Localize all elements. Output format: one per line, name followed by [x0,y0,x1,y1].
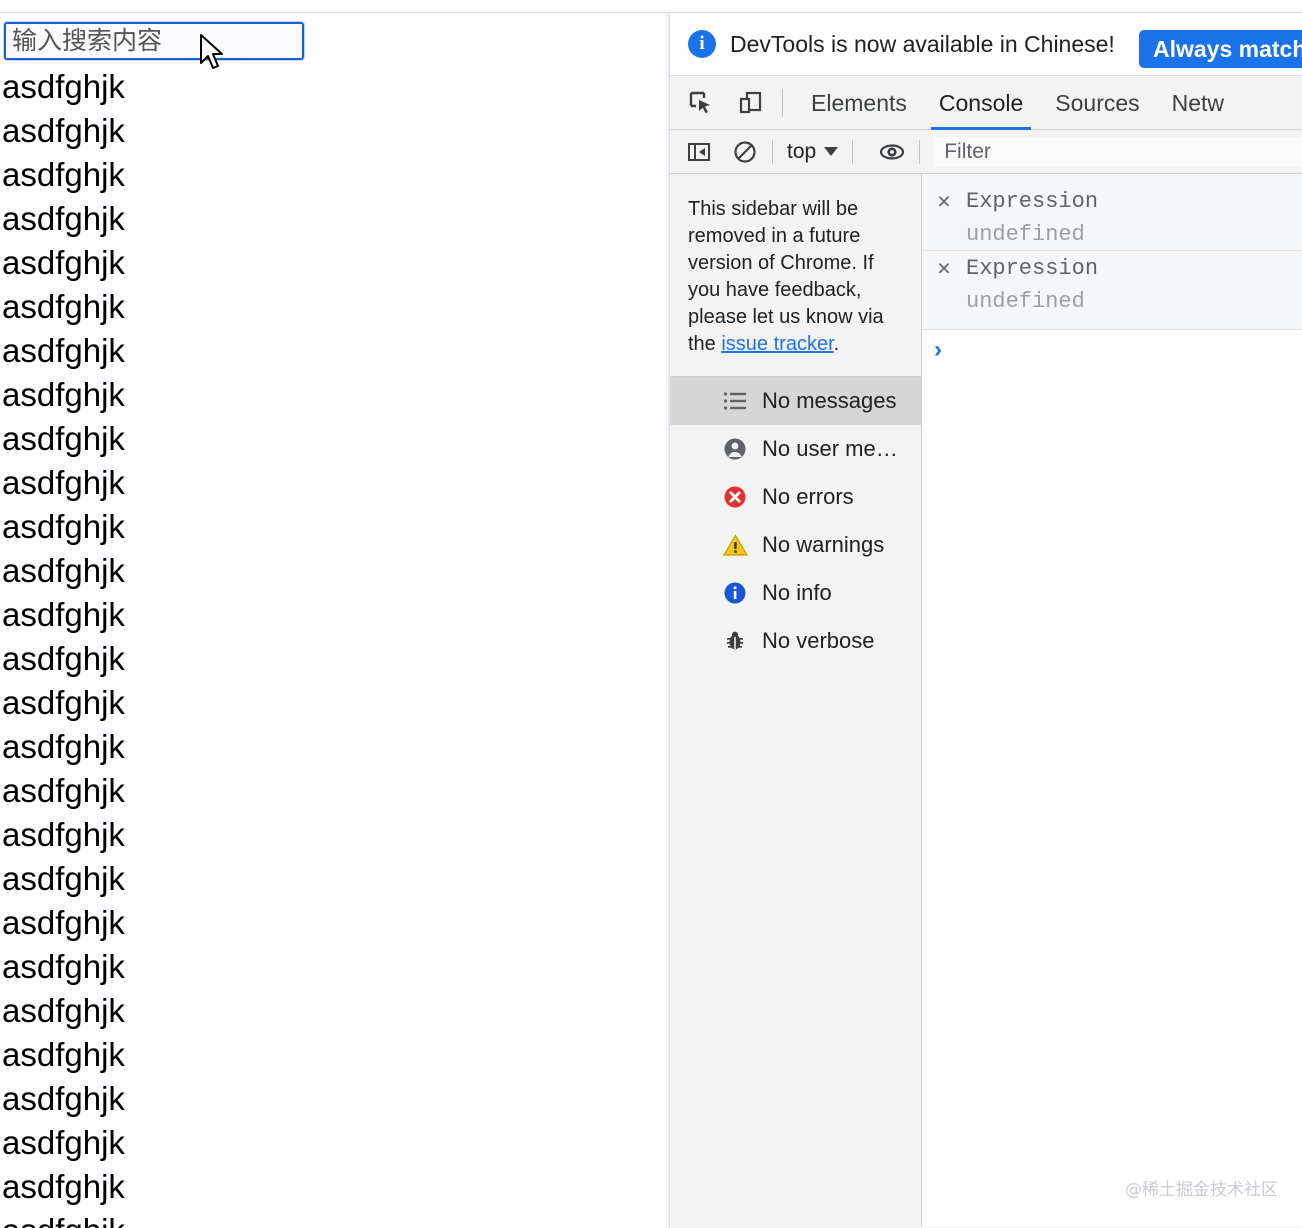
list-item: asdfghjk [0,1165,668,1209]
list-item: asdfghjk [0,637,668,681]
list-item: asdfghjk [0,461,668,505]
screenshot-root: asdfghjkasdfghjkasdfghjkasdfghjkasdfghjk… [0,0,1302,1228]
list-item: asdfghjk [0,373,668,417]
sidebar-item-label: No verbose [762,628,875,654]
chevron-down-icon [824,147,838,156]
sidebar-item-user-messages[interactable]: No user me… [670,425,921,473]
list-item: asdfghjk [0,241,668,285]
list-item: asdfghjk [0,813,668,857]
tab-sources[interactable]: Sources [1039,76,1155,130]
live-expression-header: × Expression [922,251,1302,287]
inspect-element-icon[interactable] [682,84,720,122]
sidebar-item-errors[interactable]: No errors [670,473,921,521]
close-icon[interactable]: × [934,187,954,215]
console-filter-input[interactable] [934,137,1302,167]
device-toolbar-icon[interactable] [732,84,770,122]
live-expressions-panel: × Expression undefined × Expression unde… [922,174,1302,330]
prompt-chevron-icon: › [934,338,942,362]
list-item: asdfghjk [0,769,668,813]
sidebar-item-label: No messages [762,388,897,414]
list-item: asdfghjk [0,65,668,109]
tab-network[interactable]: Netw [1156,76,1240,130]
list-item: asdfghjk [0,329,668,373]
search-field-wrapper [4,22,304,60]
tab-console[interactable]: Console [923,76,1039,130]
list-item: asdfghjk [0,1077,668,1121]
devtools-panel: i DevTools is now available in Chinese! … [670,13,1302,1228]
list-item: asdfghjk [0,197,668,241]
sidebar-item-messages[interactable]: No messages [670,377,921,425]
sidebar-item-info[interactable]: No info [670,569,921,617]
console-toolbar-separator-2 [852,140,853,164]
sidebar-item-label: No errors [762,484,854,510]
sidebar-item-label: No user me… [762,436,898,462]
info-icon [722,580,748,606]
page-pane-edge [666,13,667,1228]
list-item: asdfghjk [0,989,668,1033]
close-icon[interactable]: × [934,254,954,282]
result-list: asdfghjkasdfghjkasdfghjkasdfghjkasdfghjk… [0,65,668,1228]
live-expression-name[interactable]: Expression [966,254,1098,284]
devtools-language-banner: i DevTools is now available in Chinese! … [670,13,1302,76]
live-expression-eye-icon[interactable] [875,135,909,169]
list-item: asdfghjk [0,1209,668,1228]
user-icon [722,436,748,462]
search-input[interactable] [4,22,304,60]
banner-message: DevTools is now available in Chinese! [730,31,1115,58]
sidebar-item-warnings[interactable]: No warnings [670,521,921,569]
info-icon: i [688,30,716,58]
list-item: asdfghjk [0,593,668,637]
sidebar-note-text-1: This sidebar will be removed in a future… [688,198,884,355]
devtools-tab-bar: Elements Console Sources Netw [670,76,1302,130]
warning-icon [722,532,748,558]
list-item: asdfghjk [0,901,668,945]
live-expression-name[interactable]: Expression [966,187,1098,217]
live-expression-value: undefined [922,220,1302,250]
live-expression-header: × Expression [922,184,1302,220]
list-item: asdfghjk [0,549,668,593]
execution-context-selector[interactable]: top [783,140,842,164]
bug-icon [722,628,748,654]
list-item: asdfghjk [0,285,668,329]
list-item: asdfghjk [0,153,668,197]
tab-elements[interactable]: Elements [795,76,923,130]
sidebar-item-label: No warnings [762,532,884,558]
live-expression-entry: × Expression undefined [922,184,1302,251]
list-item: asdfghjk [0,945,668,989]
live-expression-value: undefined [922,287,1302,317]
list-item: asdfghjk [0,857,668,901]
clear-console-icon[interactable] [728,135,762,169]
sidebar-item-label: No info [762,580,832,606]
sidebar-note-text-2: . [834,333,840,355]
execution-context-label: top [787,140,816,164]
list-item: asdfghjk [0,1033,668,1077]
list-item: asdfghjk [0,681,668,725]
list-item: asdfghjk [0,505,668,549]
console-sidebar: This sidebar will be removed in a future… [670,174,922,1227]
console-main-area: × Expression undefined × Expression unde… [922,174,1302,1227]
list-item: asdfghjk [0,109,668,153]
console-toolbar-separator-3 [919,140,920,164]
list-item: asdfghjk [0,417,668,461]
sidebar-toggle-icon[interactable] [682,135,716,169]
live-expression-entry: × Expression undefined [922,251,1302,317]
console-body: This sidebar will be removed in a future… [670,174,1302,1227]
always-match-language-button[interactable]: Always match [1139,30,1302,68]
console-toolbar: top [670,130,1302,174]
sidebar-deprecation-note: This sidebar will be removed in a future… [670,174,921,377]
console-prompt-row[interactable]: › [922,330,1302,370]
sidebar-item-verbose[interactable]: No verbose [670,617,921,665]
error-icon [722,484,748,510]
list-icon [722,388,748,414]
list-item: asdfghjk [0,1121,668,1165]
console-toolbar-separator-1 [772,140,773,164]
issue-tracker-link[interactable]: issue tracker [721,333,833,355]
list-item: asdfghjk [0,725,668,769]
toolbar-separator [782,89,783,117]
web-page-pane: asdfghjkasdfghjkasdfghjkasdfghjkasdfghjk… [0,13,668,1228]
